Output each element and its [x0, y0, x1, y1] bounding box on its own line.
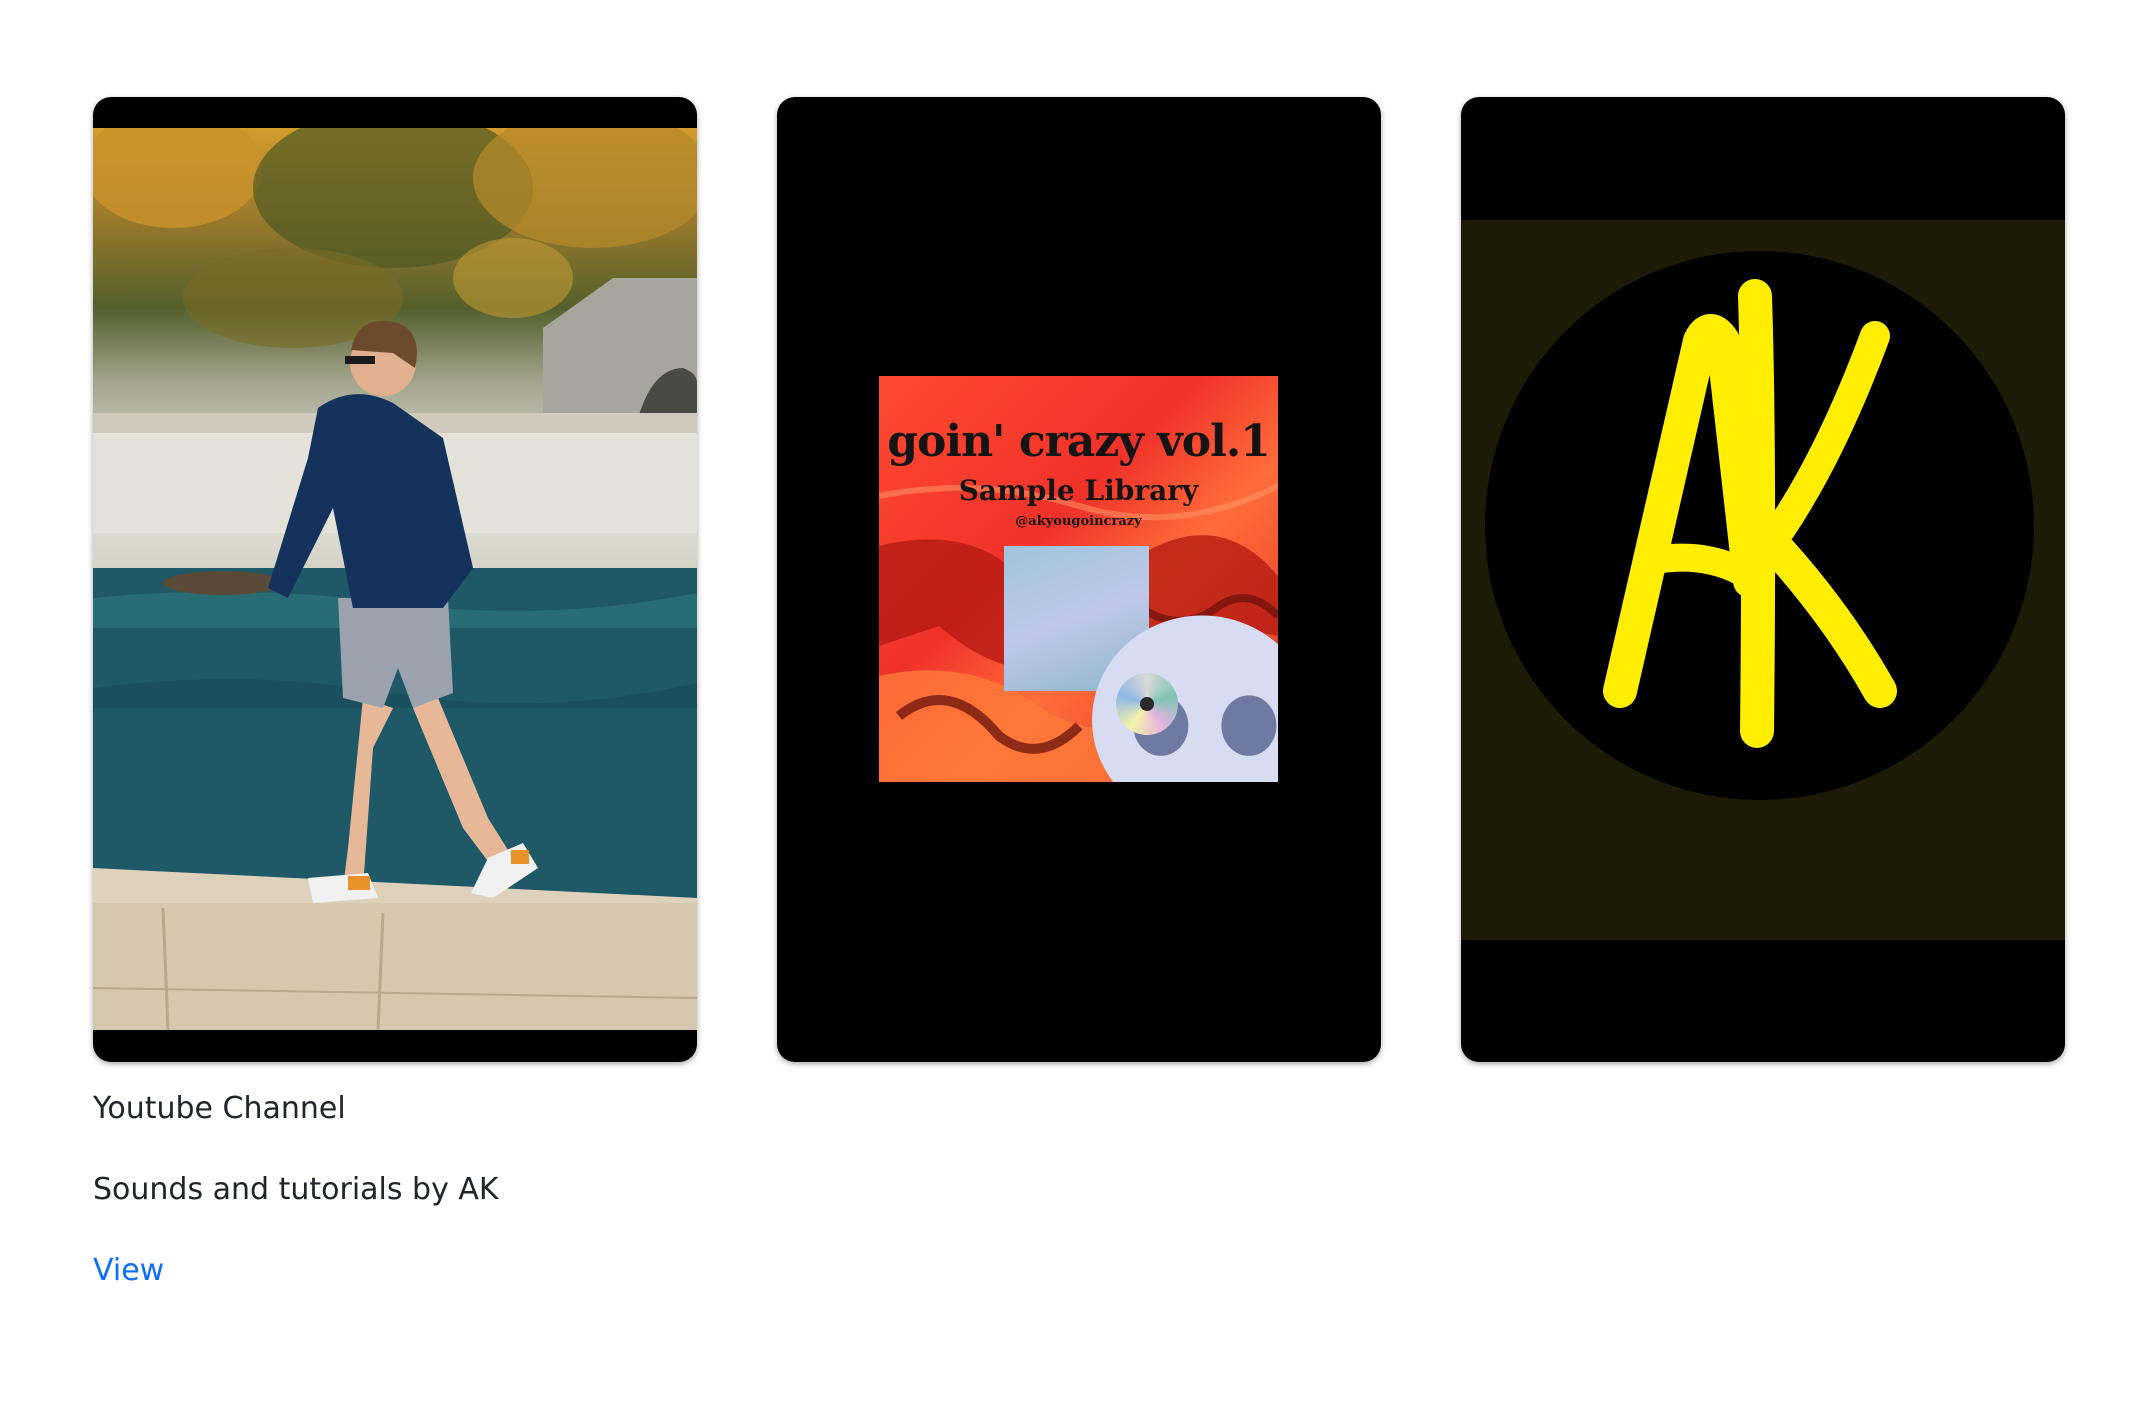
cd-disc-icon: [1116, 673, 1178, 735]
youtube-channel-card-image[interactable]: [93, 97, 697, 1062]
view-link[interactable]: View: [93, 1253, 164, 1288]
card-title: Youtube Channel: [93, 1091, 346, 1126]
card-description: Sounds and tutorials by AK: [93, 1172, 499, 1207]
skull-image: [1004, 546, 1278, 782]
goin-crazy-album-cover: goin' crazy vol.1 Sample Library @akyoug…: [879, 376, 1278, 782]
ak-logo-card-image[interactable]: [1461, 97, 2065, 1062]
logo-background: [1461, 220, 2065, 940]
sample-library-card-image[interactable]: goin' crazy vol.1 Sample Library @akyoug…: [777, 97, 1381, 1062]
man-walking-by-sea-photo: [93, 128, 697, 1030]
album-handle: @akyougoincrazy: [1015, 514, 1142, 529]
album-title: goin' crazy vol.1: [887, 416, 1271, 467]
album-subtitle: Sample Library: [958, 474, 1199, 507]
ak-logo: [1485, 251, 2034, 800]
